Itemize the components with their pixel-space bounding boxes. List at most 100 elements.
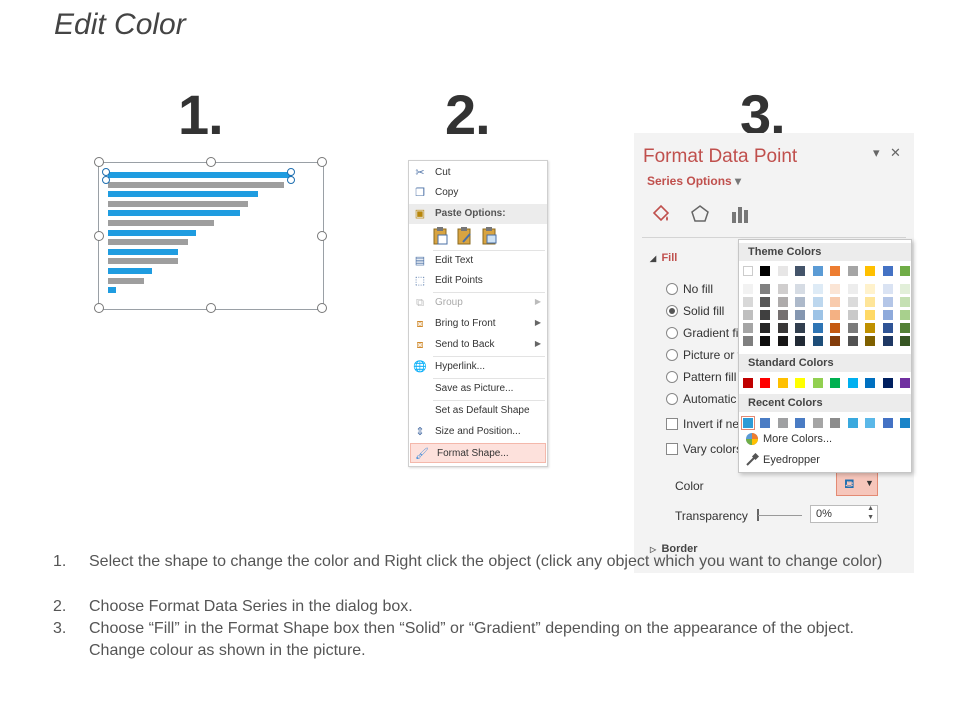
color-swatch[interactable] — [848, 378, 858, 388]
color-swatch[interactable] — [865, 336, 875, 346]
color-swatch[interactable] — [743, 310, 753, 320]
color-swatch[interactable] — [743, 378, 753, 388]
radio-button[interactable] — [666, 349, 678, 361]
chart-bar[interactable] — [108, 191, 258, 198]
color-swatch[interactable] — [883, 266, 893, 276]
color-swatch[interactable] — [795, 418, 805, 428]
fill-section-header[interactable]: ◢ Fill — [650, 252, 677, 264]
color-swatch[interactable] — [795, 378, 805, 388]
menu-item-edit-points[interactable]: ⬚ Edit Points — [409, 271, 547, 291]
transparency-input[interactable]: 0% ▲ ▼ — [810, 505, 878, 523]
resize-handle[interactable] — [317, 231, 327, 241]
effects-tab-icon[interactable] — [689, 203, 711, 225]
radio-button[interactable] — [666, 305, 678, 317]
color-swatch[interactable] — [795, 284, 805, 294]
color-swatch[interactable] — [743, 266, 753, 276]
bar-selection-handle[interactable] — [287, 176, 295, 184]
fill-line-tab-icon[interactable] — [650, 203, 672, 225]
color-swatch[interactable] — [830, 284, 840, 294]
spinner-down-icon[interactable]: ▼ — [867, 514, 874, 521]
color-swatch[interactable] — [900, 297, 910, 307]
color-swatch[interactable] — [883, 297, 893, 307]
menu-item-size-position[interactable]: ⇕ Size and Position... — [409, 422, 547, 442]
resize-handle[interactable] — [94, 303, 104, 313]
resize-handle[interactable] — [317, 303, 327, 313]
color-swatch[interactable] — [813, 284, 823, 294]
chart-bar[interactable] — [108, 277, 144, 284]
chart-bar[interactable] — [108, 172, 292, 178]
checkbox[interactable] — [666, 418, 678, 430]
resize-handle[interactable] — [206, 157, 216, 167]
menu-item-set-default-shape[interactable]: Set as Default Shape — [409, 401, 547, 421]
color-swatch[interactable] — [900, 323, 910, 333]
chart-bar[interactable] — [108, 220, 214, 226]
color-swatch[interactable] — [865, 284, 875, 294]
color-swatch[interactable] — [830, 418, 840, 428]
color-swatch[interactable] — [813, 310, 823, 320]
color-swatch[interactable] — [865, 310, 875, 320]
more-colors-link[interactable]: More Colors... — [763, 433, 832, 445]
color-swatch[interactable] — [741, 416, 755, 430]
color-swatch[interactable] — [813, 378, 823, 388]
color-swatch[interactable] — [900, 378, 910, 388]
color-swatch[interactable] — [813, 323, 823, 333]
color-swatch[interactable] — [778, 284, 788, 294]
color-swatch[interactable] — [830, 336, 840, 346]
paste-picture-icon[interactable] — [481, 227, 497, 245]
menu-item-bring-to-front[interactable]: ⧈ Bring to Front ▶ — [409, 314, 547, 334]
color-swatch[interactable] — [760, 266, 770, 276]
color-swatch[interactable] — [865, 266, 875, 276]
color-swatch[interactable] — [813, 266, 823, 276]
color-swatch[interactable] — [760, 336, 770, 346]
color-swatch[interactable] — [778, 310, 788, 320]
color-swatch[interactable] — [813, 297, 823, 307]
series-options-dropdown[interactable]: Series Options ▾ — [647, 174, 741, 188]
color-swatch[interactable] — [848, 336, 858, 346]
resize-handle[interactable] — [94, 157, 104, 167]
color-swatch[interactable] — [883, 323, 893, 333]
menu-item-copy[interactable]: ❐ Copy — [409, 183, 547, 203]
close-icon[interactable]: ✕ — [890, 145, 901, 161]
menu-item-cut[interactable]: ✂ Cut — [409, 163, 547, 183]
checkbox[interactable] — [666, 443, 678, 455]
menu-item-hyperlink[interactable]: 🌐 Hyperlink... — [409, 357, 547, 377]
color-swatch[interactable] — [778, 378, 788, 388]
color-swatch[interactable] — [865, 378, 875, 388]
color-swatch[interactable] — [830, 323, 840, 333]
transparency-slider[interactable] — [758, 515, 802, 516]
color-swatch[interactable] — [760, 418, 770, 428]
color-swatch[interactable] — [883, 418, 893, 428]
color-swatch[interactable] — [883, 284, 893, 294]
paste-keep-formatting-icon[interactable] — [432, 227, 448, 245]
color-swatch[interactable] — [848, 284, 858, 294]
bar-selection-handle[interactable] — [287, 168, 295, 176]
bar-selection-handle[interactable] — [102, 176, 110, 184]
color-swatch[interactable] — [760, 297, 770, 307]
resize-handle[interactable] — [94, 231, 104, 241]
color-swatch[interactable] — [848, 418, 858, 428]
series-options-tab-icon[interactable] — [729, 203, 751, 225]
color-swatch[interactable] — [883, 378, 893, 388]
chart-bar[interactable] — [108, 181, 284, 188]
color-swatch[interactable] — [795, 336, 805, 346]
radio-button[interactable] — [666, 283, 678, 295]
bar-selection-handle[interactable] — [102, 168, 110, 176]
menu-item-send-to-back[interactable]: ⧈ Send to Back ▶ — [409, 335, 547, 355]
menu-item-group[interactable]: ⧉ Group ▶ — [409, 293, 547, 313]
color-swatch[interactable] — [900, 310, 910, 320]
color-swatch[interactable] — [813, 418, 823, 428]
color-swatch[interactable] — [795, 297, 805, 307]
radio-button[interactable] — [666, 327, 678, 339]
color-swatch[interactable] — [848, 266, 858, 276]
color-swatch[interactable] — [795, 323, 805, 333]
color-swatch[interactable] — [813, 336, 823, 346]
color-swatch[interactable] — [778, 297, 788, 307]
color-swatch[interactable] — [760, 310, 770, 320]
pane-options-chevron-icon[interactable]: ▾ — [873, 145, 880, 161]
color-swatch[interactable] — [865, 418, 875, 428]
chart-bar[interactable] — [108, 200, 248, 207]
color-swatch[interactable] — [778, 418, 788, 428]
color-swatch[interactable] — [883, 336, 893, 346]
color-swatch[interactable] — [743, 336, 753, 346]
color-swatch[interactable] — [830, 266, 840, 276]
